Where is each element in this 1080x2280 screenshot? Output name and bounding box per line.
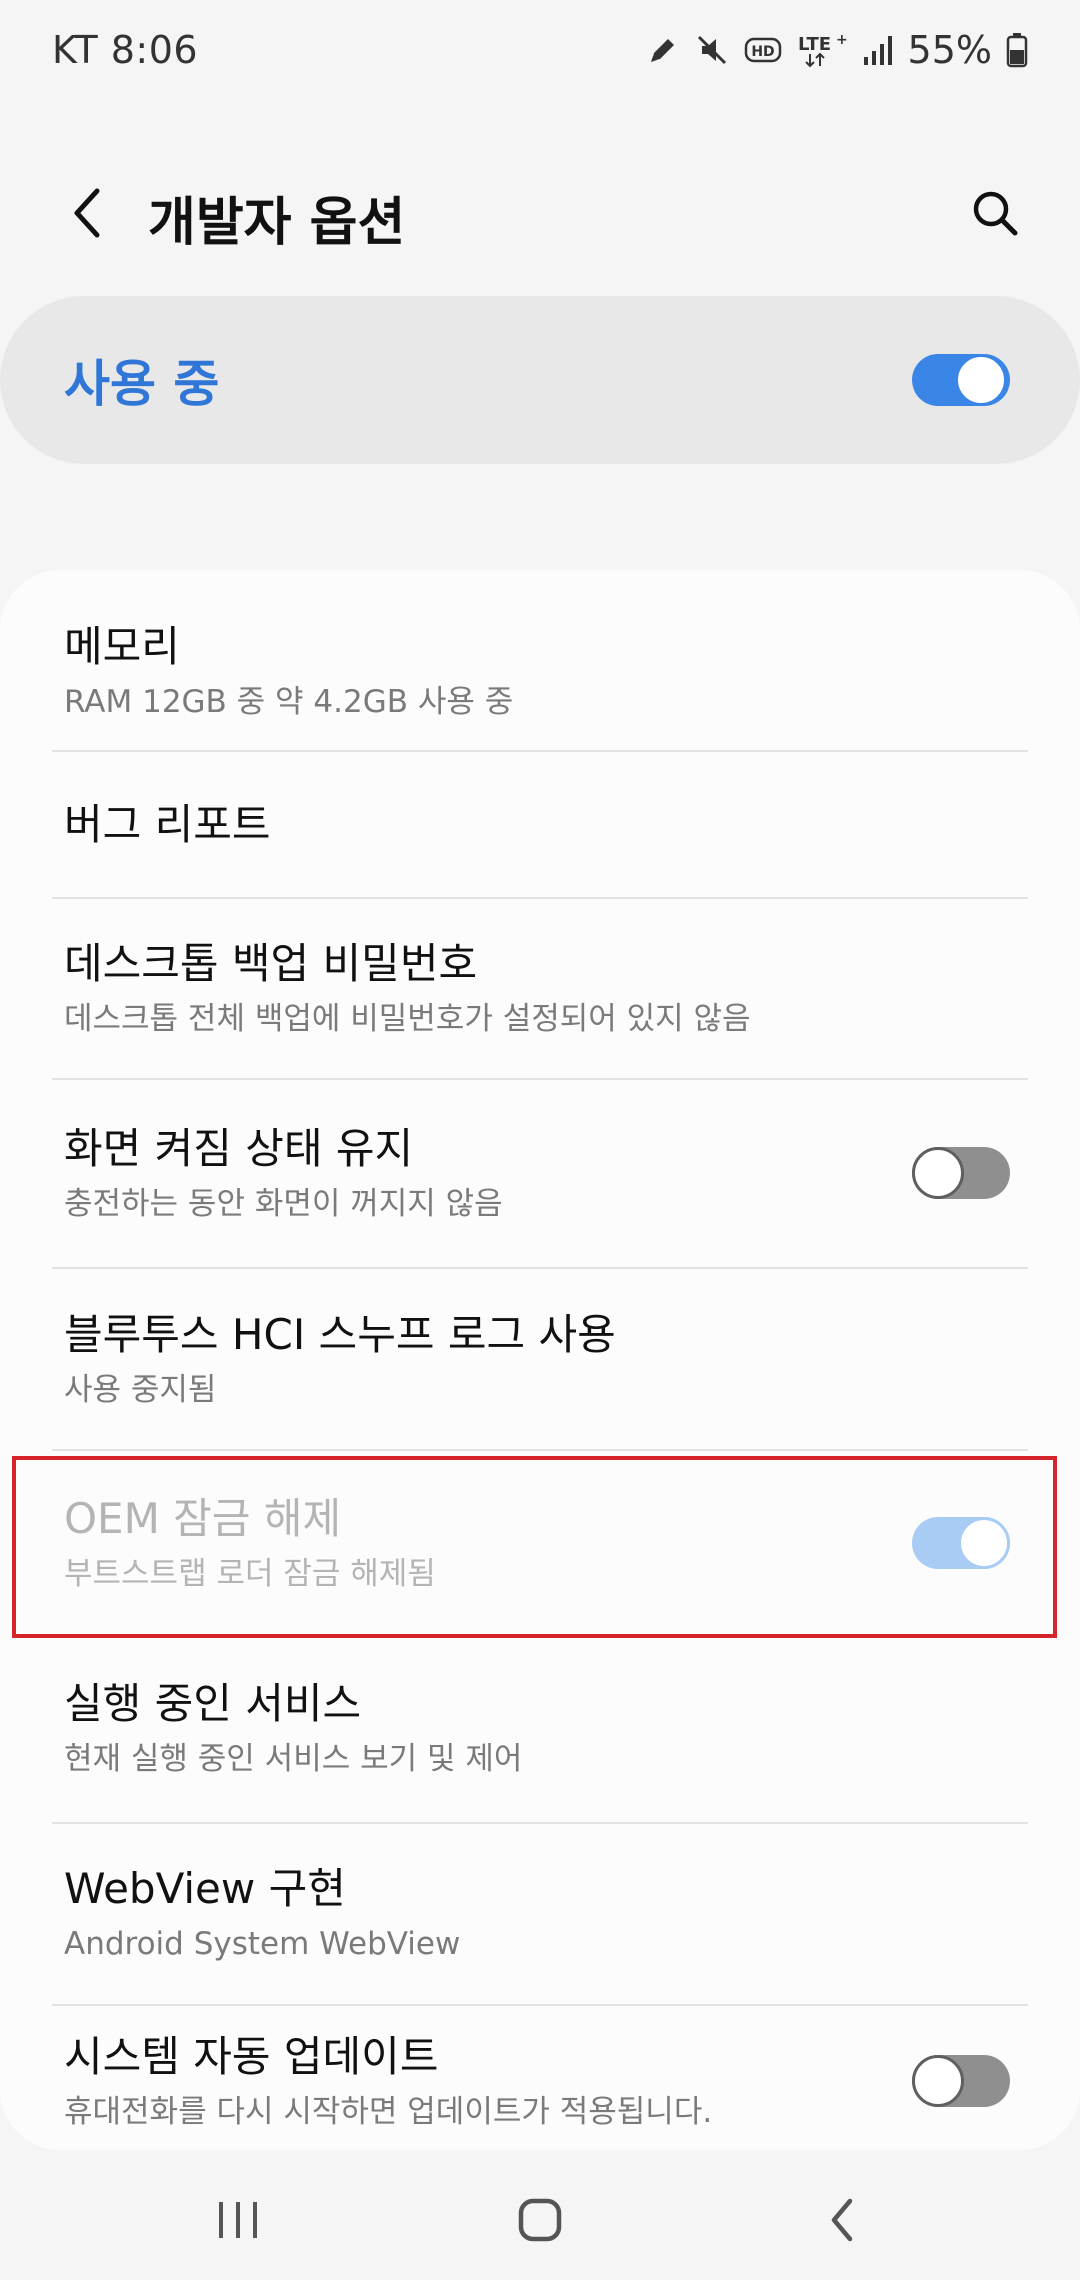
highlight-box (12, 1456, 1057, 1638)
battery-icon (1006, 32, 1028, 68)
item-subtitle: 데스크톱 전체 백업에 비밀번호가 설정되어 있지 않음 (64, 1000, 751, 1037)
master-toggle[interactable] (912, 354, 1010, 406)
toggle-knob (955, 354, 1007, 406)
signal-icon (862, 33, 894, 67)
item-title: 버그 리포트 (64, 799, 271, 849)
item-title: WebView 구현 (64, 1864, 346, 1914)
item-title: 실행 중인 서비스 (64, 1679, 362, 1729)
svg-text:+: + (836, 32, 848, 48)
item-subtitle: 현재 실행 중인 서비스 보기 및 제어 (64, 1740, 523, 1777)
pen-icon (646, 33, 680, 67)
status-icons: HD LTE + 55% (646, 28, 1028, 72)
item-subtitle: 휴대전화를 다시 시작하면 업데이트가 적용됩니다. (64, 2093, 713, 2130)
system-back-button[interactable] (792, 2180, 892, 2260)
list-item-auto-system-update[interactable]: 시스템 자동 업데이트 휴대전화를 다시 시작하면 업데이트가 적용됩니다. (0, 2006, 1080, 2150)
item-subtitle: Android System WebView (64, 1925, 461, 1962)
navigation-bar (0, 2150, 1080, 2280)
status-carrier-time: KT 8:06 (52, 28, 199, 72)
toggle-knob (912, 1147, 964, 1199)
item-title: 메모리 (64, 622, 180, 672)
item-title: 시스템 자동 업데이트 (64, 2032, 439, 2082)
hd-icon: HD (744, 35, 782, 65)
item-title: 데스크톱 백업 비밀번호 (64, 939, 478, 989)
item-subtitle: 사용 중지됨 (64, 1371, 217, 1408)
recent-apps-icon (219, 2202, 257, 2238)
list-item-stay-awake[interactable]: 화면 켜짐 상태 유지 충전하는 동안 화면이 꺼지지 않음 (0, 1080, 1080, 1266)
search-icon (973, 191, 1018, 236)
list-item-memory[interactable]: 메모리 RAM 12GB 중 약 4.2GB 사용 중 (0, 610, 1080, 732)
toggle-knob (912, 2055, 964, 2107)
svg-text:LTE: LTE (798, 34, 831, 55)
back-arrow-icon (74, 188, 100, 238)
auto-update-toggle[interactable] (912, 2055, 1010, 2107)
recent-apps-button[interactable] (188, 2180, 288, 2260)
master-switch-label: 사용 중 (64, 355, 220, 413)
stay-awake-toggle[interactable] (912, 1147, 1010, 1199)
settings-list: 메모리 RAM 12GB 중 약 4.2GB 사용 중 버그 리포트 데스크톱 … (0, 570, 1080, 2150)
status-bar: KT 8:06 HD LTE + 55% (0, 0, 1080, 100)
list-item-bluetooth-hci-snoop[interactable]: 블루투스 HCI 스누프 로그 사용 사용 중지됨 (0, 1269, 1080, 1449)
list-item-webview[interactable]: WebView 구현 Android System WebView (0, 1824, 1080, 2002)
lte-icon: LTE + (796, 30, 848, 70)
back-icon (831, 2198, 853, 2242)
mute-icon (694, 32, 730, 68)
search-button[interactable] (960, 178, 1030, 248)
item-subtitle: 충전하는 동안 화면이 꺼지지 않음 (64, 1185, 503, 1222)
home-icon (518, 2198, 562, 2242)
app-bar: 개발자 옵션 (0, 150, 1080, 280)
svg-text:HD: HD (751, 44, 774, 60)
battery-percent: 55% (907, 28, 992, 72)
page-title: 개발자 옵션 (148, 193, 406, 253)
list-item-running-services[interactable]: 실행 중인 서비스 현재 실행 중인 서비스 보기 및 제어 (0, 1637, 1080, 1819)
item-subtitle: RAM 12GB 중 약 4.2GB 사용 중 (64, 683, 514, 720)
list-item-bug-report[interactable]: 버그 리포트 (0, 752, 1080, 898)
list-item-desktop-backup-password[interactable]: 데스크톱 백업 비밀번호 데스크톱 전체 백업에 비밀번호가 설정되어 있지 않… (0, 899, 1080, 1077)
home-button[interactable] (490, 2180, 590, 2260)
back-button[interactable] (52, 178, 122, 248)
master-switch-card[interactable]: 사용 중 (0, 296, 1080, 464)
item-title: 블루투스 HCI 스누프 로그 사용 (64, 1310, 616, 1360)
item-title: 화면 켜짐 상태 유지 (64, 1124, 414, 1174)
